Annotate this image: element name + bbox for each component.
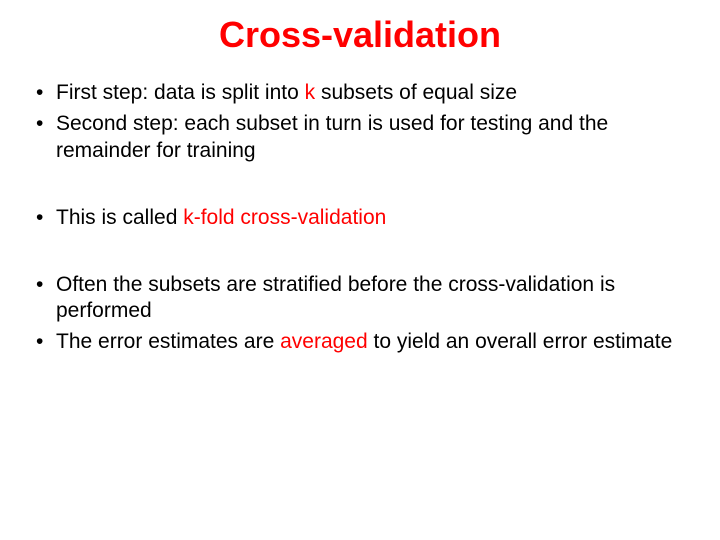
bullet-text: This is called [56, 206, 183, 229]
list-item: First step: data is split into k subsets… [30, 80, 690, 107]
bullet-text: Often the subsets are stratified before … [56, 273, 615, 323]
bullet-list: First step: data is split into k subsets… [30, 80, 690, 165]
emphasis-text: k-fold cross-validation [183, 206, 386, 229]
bullet-text: The error estimates are [56, 330, 280, 353]
spacer [30, 169, 690, 205]
bullet-list: This is called k-fold cross-validation [30, 205, 690, 232]
emphasis-text: averaged [280, 330, 368, 353]
list-item: The error estimates are averaged to yiel… [30, 329, 690, 356]
slide: Cross-validation First step: data is spl… [0, 0, 720, 540]
bullet-text: to yield an overall error estimate [368, 330, 673, 353]
list-item: Often the subsets are stratified before … [30, 272, 690, 326]
bullet-text: subsets of equal size [315, 81, 517, 104]
list-item: Second step: each subset in turn is used… [30, 111, 690, 165]
slide-title: Cross-validation [30, 14, 690, 56]
bullet-list: Often the subsets are stratified before … [30, 272, 690, 357]
emphasis-text: k [305, 81, 316, 104]
bullet-text: First step: data is split into [56, 81, 305, 104]
list-item: This is called k-fold cross-validation [30, 205, 690, 232]
bullet-text: Second step: each subset in turn is used… [56, 112, 608, 162]
spacer [30, 236, 690, 272]
